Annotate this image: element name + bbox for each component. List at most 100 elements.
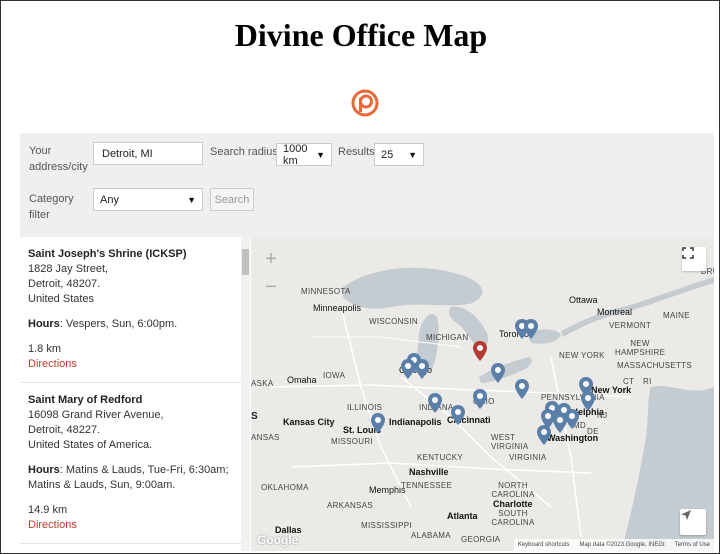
my-location-icon[interactable] [680, 509, 706, 535]
list-item[interactable]: Saint Joseph's Shrine (ICKSP) 1828 Jay S… [20, 237, 249, 383]
result-address-line: 16098 Grand River Avenue, [28, 409, 164, 421]
map-label: ILLINOIS [347, 403, 383, 412]
map-label: VERMONT [609, 321, 652, 330]
result-address-line: United States [28, 293, 95, 305]
map-label: MISSISSIPPI [361, 521, 412, 530]
hours-label: Hours [28, 464, 60, 476]
map-label: ASKA [251, 379, 274, 388]
map-label: MISSOURI [331, 437, 373, 446]
zoom-in-button[interactable]: + [257, 245, 285, 273]
map-label: S [251, 411, 258, 422]
map-label: MICHIGAN [426, 333, 469, 342]
chevron-down-icon: ▼ [316, 149, 325, 160]
patreon-logo-icon[interactable] [349, 87, 381, 119]
zoom-out-button[interactable]: − [257, 273, 285, 301]
map-label: Atlanta [447, 511, 478, 521]
map-pin[interactable] [401, 359, 415, 379]
results-select[interactable]: 25 ▼ [374, 143, 424, 166]
map-label: Indianapolis [389, 417, 442, 427]
address-label: Your address/city [29, 145, 88, 173]
map-label: NORTH CAROLINA [491, 481, 535, 499]
category-select[interactable]: Any ▼ [93, 188, 203, 211]
result-distance: 14.9 km [28, 504, 68, 516]
radius-value: 1000 km [283, 142, 308, 167]
map-label: NEW YORK [559, 351, 605, 360]
hours-label: Hours [28, 318, 60, 330]
results-list: Saint Joseph's Shrine (ICKSP) 1828 Jay S… [20, 237, 250, 551]
map-canvas[interactable]: MINNESOTA Minneapolis WISCONSIN MICHIGAN… [251, 237, 714, 551]
directions-link[interactable]: Directions [28, 358, 77, 370]
zoom-controls: + − [257, 245, 285, 301]
search-button[interactable]: Search [210, 188, 254, 211]
radius-select[interactable]: 1000 km ▼ [276, 142, 332, 167]
map-pin[interactable] [415, 359, 429, 379]
address-input[interactable]: Detroit, MI [93, 142, 203, 165]
map-pin[interactable] [428, 393, 442, 413]
map-label: GEORGIA [461, 535, 501, 544]
result-distance: 1.8 km [28, 343, 62, 355]
map-label: ANSAS [251, 433, 280, 442]
map-pin[interactable] [451, 405, 465, 425]
map-pin[interactable] [537, 425, 551, 445]
map-pin[interactable] [371, 413, 385, 433]
map-label: ARKANSAS [327, 501, 373, 510]
map-pin[interactable] [524, 319, 538, 339]
map-pin[interactable] [581, 391, 595, 411]
map-label: Montreal [597, 307, 633, 317]
map-label: Kansas City [283, 417, 335, 427]
map-label: Nashville [409, 467, 449, 477]
result-address-line: 1828 Jay Street, [28, 263, 109, 275]
map-label: Omaha [287, 375, 317, 385]
result-address-line: Detroit, 48207. [28, 278, 101, 290]
fullscreen-icon[interactable] [682, 247, 706, 271]
map-data-text: Map data ©2023 Google, INEGI [579, 542, 665, 548]
radius-label: Search radius [210, 146, 278, 158]
category-value: Any [100, 193, 119, 206]
chevron-down-icon: ▼ [187, 194, 196, 205]
category-label: Category filter [29, 193, 74, 221]
directions-link[interactable]: Directions [28, 519, 77, 531]
map-label: MAINE [663, 311, 690, 320]
keyboard-shortcuts-link[interactable]: Keyboard shortcuts [518, 542, 570, 548]
map-label: WISCONSIN [369, 317, 418, 326]
map-label: MINNESOTA [301, 287, 351, 296]
map-pin[interactable] [515, 379, 529, 399]
result-name: Saint Joseph's Shrine (ICKSP) [28, 248, 187, 260]
map-pin[interactable] [491, 363, 505, 383]
map-label: WEST VIRGINIA [491, 433, 529, 451]
map-label: MASSACHUSETTS [617, 361, 693, 370]
map-pin-active[interactable] [473, 341, 487, 361]
map-label: ALABAMA [411, 531, 451, 540]
result-address-line: United States of America. [28, 439, 153, 451]
scrollbar-thumb[interactable] [242, 249, 249, 275]
map-label: TENNESSEE [401, 481, 453, 490]
map-attribution: Keyboard shortcuts Map data ©2023 Google… [513, 539, 714, 551]
map-label: NJ [597, 411, 608, 420]
search-form: Your address/city Detroit, MI Search rad… [20, 133, 714, 237]
map-pin[interactable] [565, 409, 579, 429]
google-logo[interactable]: Google [257, 533, 298, 547]
chevron-down-icon: ▼ [408, 149, 417, 160]
map-label: NEW HAMPSHIRE [615, 339, 666, 357]
results-value: 25 [381, 148, 394, 161]
map-label: Minneapolis [313, 303, 362, 313]
map-label: Ottawa [569, 295, 598, 305]
map-label: IOWA [323, 371, 346, 380]
map-label: Charlotte [493, 499, 533, 509]
map-label: KENTUCKY [417, 453, 463, 462]
hours-value: : Vespers, Sun, 6:00pm. [59, 318, 178, 330]
result-hours: Hours: Vespers, Sun, 6:00pm. [28, 317, 241, 332]
page-frame: Divine Office Map Your address/city Detr… [0, 0, 720, 554]
map-label: OKLAHOMA [261, 483, 309, 492]
results-label: Results [338, 146, 375, 158]
map-label: Washington [547, 433, 599, 443]
result-address-line: Detroit, 48227. [28, 424, 101, 436]
results-scrollbar[interactable] [241, 237, 250, 551]
terms-link[interactable]: Terms of Use [675, 542, 710, 548]
map-label: RI [643, 377, 652, 386]
list-item[interactable]: Saint Mary of Redford 16098 Grand River … [20, 383, 249, 544]
result-hours: Hours: Matins & Lauds, Tue-Fri, 6:30am; … [28, 463, 241, 493]
map-label: VIRGINIA [509, 453, 547, 462]
map-label: Memphis [369, 485, 406, 495]
map-pin[interactable] [473, 389, 487, 409]
